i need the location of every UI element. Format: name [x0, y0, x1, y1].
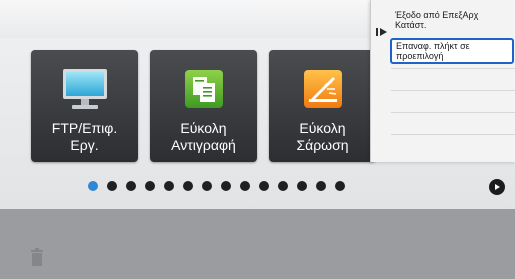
page-dot[interactable] — [107, 181, 117, 191]
page-dot[interactable] — [164, 181, 174, 191]
tile-ftp-desktop[interactable]: FTP/Επιφ. Εργ. — [31, 50, 138, 162]
menu-item-exit-edit-mode[interactable]: Έξοδο από ΕπεξΑρχ Κατάστ. — [391, 9, 515, 31]
page-dot[interactable] — [259, 181, 269, 191]
tile-label-line1: Εύκολη — [180, 120, 227, 136]
menu-item-reset-keys-default[interactable]: Επαναφ. πλήκτ σε προεπιλογή — [390, 38, 514, 64]
tile-label-line2: Αντιγραφή — [171, 137, 236, 153]
menu-item-empty — [391, 112, 515, 134]
tile-label-line1: FTP/Επιφ. — [51, 120, 118, 136]
tile-label-line2: Εργ. — [70, 137, 99, 153]
page-dot[interactable] — [316, 181, 326, 191]
scan-icon — [299, 65, 347, 113]
menu-item-empty — [391, 68, 515, 90]
page-dot-active[interactable] — [88, 181, 98, 191]
page-dot[interactable] — [183, 181, 193, 191]
page-dot[interactable] — [202, 181, 212, 191]
page-dot[interactable] — [126, 181, 136, 191]
page-dot[interactable] — [240, 181, 250, 191]
home-screen: FTP/Επιφ. Εργ. Εύκολη Αντιγραφή Εύκολη Σ… — [0, 0, 515, 279]
page-dot[interactable] — [221, 181, 231, 191]
trash-icon[interactable] — [30, 247, 44, 267]
tile-label-line2: Σάρωση — [296, 137, 349, 153]
tile-label-line1: Εύκολη — [299, 120, 346, 136]
tile-easy-copy[interactable]: Εύκολη Αντιγραφή — [150, 50, 257, 162]
collapse-menu-icon[interactable] — [375, 27, 389, 37]
menu-item-empty — [391, 134, 515, 156]
page-dot[interactable] — [297, 181, 307, 191]
page-indicator — [88, 181, 345, 193]
chevron-right-icon — [495, 184, 500, 190]
page-dot[interactable] — [335, 181, 345, 191]
tile-easy-scan[interactable]: Εύκολη Σάρωση — [269, 50, 376, 162]
copy-icon — [180, 65, 228, 113]
bottom-tray — [0, 209, 515, 279]
page-dot[interactable] — [145, 181, 155, 191]
next-page-button[interactable] — [489, 179, 505, 195]
action-menu: Έξοδο από ΕπεξΑρχ Κατάστ. Επαναφ. πλήκτ … — [370, 0, 515, 162]
monitor-icon — [61, 65, 109, 113]
menu-item-empty — [391, 90, 515, 112]
page-dot[interactable] — [278, 181, 288, 191]
